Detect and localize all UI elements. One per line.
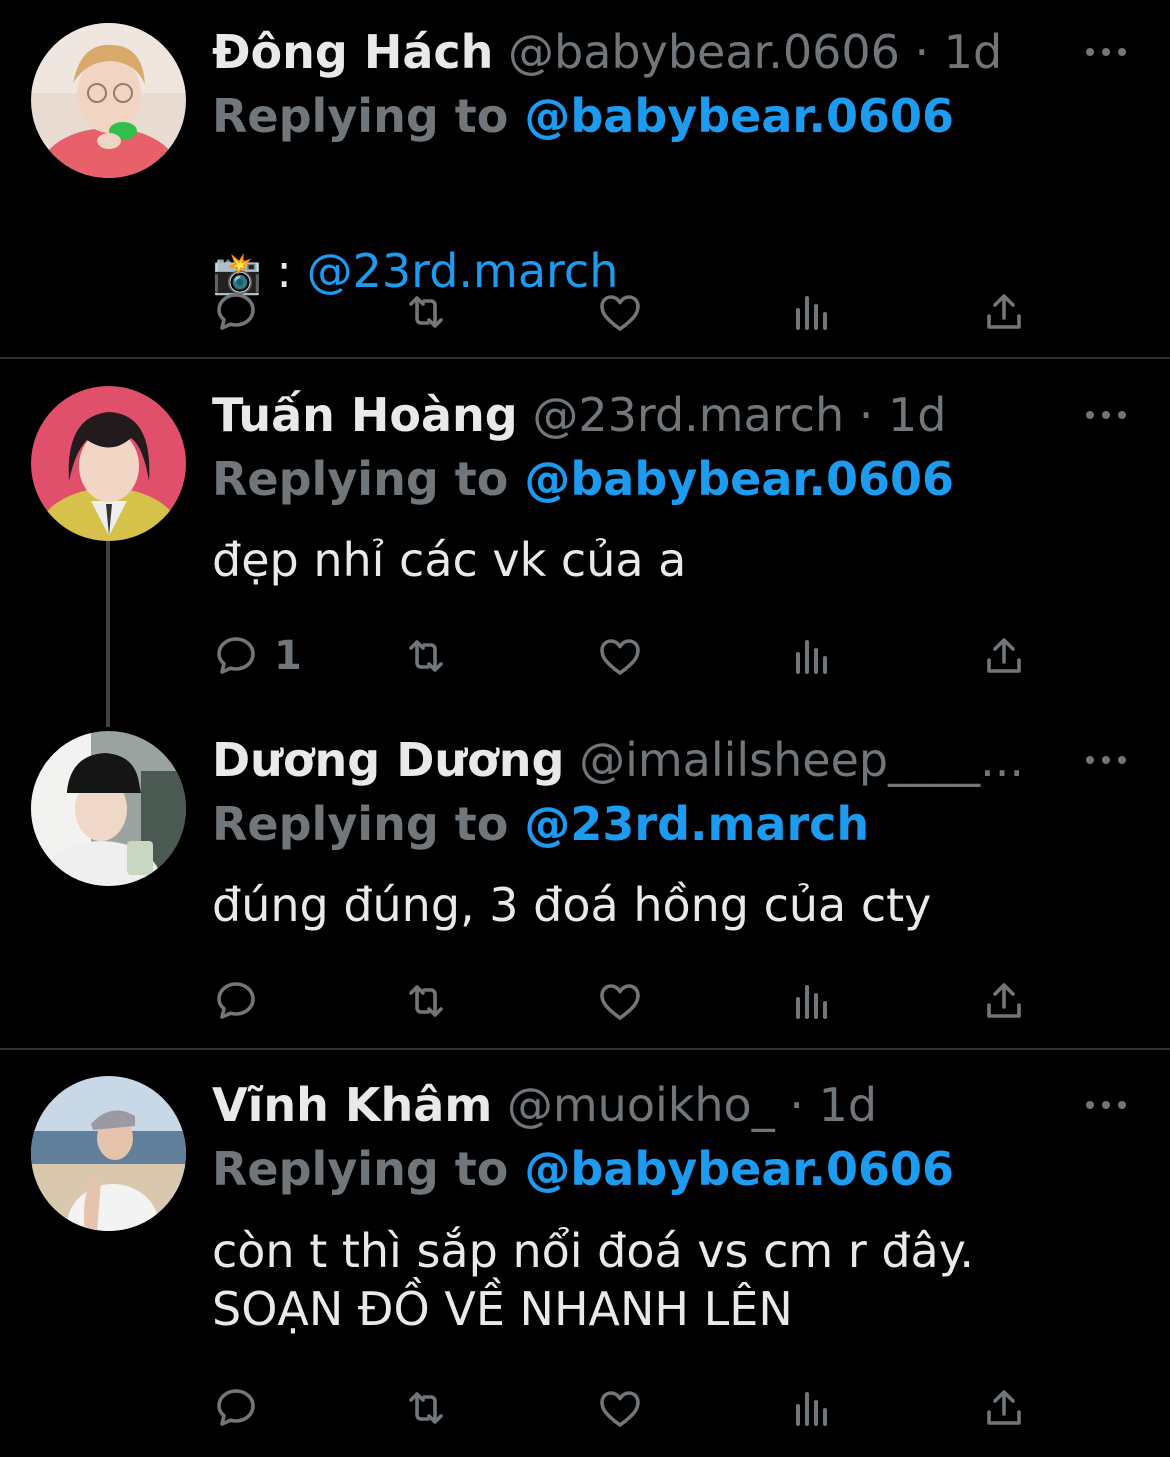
- retweet-icon: [409, 1392, 443, 1424]
- views-button[interactable]: [788, 631, 836, 681]
- tweet-divider: [0, 357, 1170, 359]
- display-name[interactable]: Đông Hách: [212, 25, 493, 79]
- reply-button[interactable]: [212, 976, 274, 1026]
- share-icon: [987, 983, 1021, 1018]
- tweet-header: Tuấn Hoàng @23rd.march · 1d: [212, 387, 1060, 443]
- views-chart-icon: [796, 1392, 827, 1426]
- display-name[interactable]: Vĩnh Khâm: [212, 1078, 492, 1132]
- share-icon: [987, 1390, 1021, 1425]
- user-handle[interactable]: @23rd.march: [532, 388, 844, 442]
- tweet-header: Dương Dương @imalilsheep____...: [212, 732, 1060, 788]
- reply-button[interactable]: [212, 287, 274, 337]
- tweet-1[interactable]: Đông Hách @babybear.0606 · 1d Replying t…: [0, 0, 1170, 358]
- heart-icon: [600, 639, 640, 675]
- avatar[interactable]: [31, 23, 186, 178]
- reply-button[interactable]: 1: [212, 631, 302, 681]
- replying-to-label: Replying to: [212, 1142, 509, 1196]
- user-handle[interactable]: @babybear.0606: [508, 25, 900, 79]
- share-button[interactable]: [980, 1383, 1028, 1433]
- views-chart-icon: [796, 296, 827, 330]
- more-dots-icon[interactable]: [1086, 1077, 1126, 1133]
- timestamp[interactable]: 1d: [819, 1078, 877, 1132]
- user-handle[interactable]: @imalilsheep____...: [579, 733, 1024, 787]
- reply-mention-link[interactable]: @babybear.0606: [524, 89, 954, 143]
- share-button[interactable]: [980, 631, 1028, 681]
- action-bar: 1: [212, 631, 1042, 681]
- replying-to-label: Replying to: [212, 452, 509, 506]
- action-bar: [212, 976, 1042, 1026]
- share-icon: [987, 638, 1021, 673]
- reply-button[interactable]: [212, 1383, 274, 1433]
- share-button[interactable]: [980, 976, 1028, 1026]
- display-name[interactable]: Dương Dương: [212, 733, 564, 787]
- heart-icon: [600, 295, 640, 331]
- reply-icon: [217, 637, 255, 674]
- retweet-button[interactable]: [402, 287, 450, 337]
- replying-to-label: Replying to: [212, 89, 509, 143]
- separator-dot: ·: [789, 1078, 804, 1132]
- replying-to: Replying to @babybear.0606: [212, 1141, 954, 1197]
- views-button[interactable]: [788, 976, 836, 1026]
- more-dots-icon[interactable]: [1086, 732, 1126, 788]
- share-icon: [987, 294, 1021, 329]
- action-bar: [212, 287, 1042, 337]
- separator-dot: ·: [858, 388, 874, 442]
- user-handle[interactable]: @muoikho_: [507, 1078, 775, 1132]
- views-button[interactable]: [788, 287, 836, 337]
- like-button[interactable]: [596, 976, 644, 1026]
- tweet-text: còn t thì sắp nổi đoá vs cm r đây. SOẠN …: [212, 1224, 975, 1336]
- tweet-feed: Đông Hách @babybear.0606 · 1d Replying t…: [0, 0, 1170, 1457]
- reply-icon: [217, 293, 255, 330]
- like-button[interactable]: [596, 631, 644, 681]
- separator-dot: ·: [914, 25, 930, 79]
- tweet-text: đúng đúng, 3 đoá hồng của cty: [212, 878, 932, 932]
- tweet-header: Vĩnh Khâm @muoikho_ · 1d: [212, 1077, 1060, 1133]
- replying-to: Replying to @babybear.0606: [212, 451, 954, 507]
- replying-to: Replying to @23rd.march: [212, 796, 869, 852]
- retweet-button[interactable]: [402, 1383, 450, 1433]
- reply-icon: [217, 982, 255, 1019]
- like-button[interactable]: [596, 1383, 644, 1433]
- display-name[interactable]: Tuấn Hoàng: [212, 388, 518, 442]
- tweet-header: Đông Hách @babybear.0606 · 1d: [212, 24, 1060, 80]
- tweet-text: đẹp nhỉ các vk của a: [212, 533, 687, 587]
- reply-mention-link[interactable]: @babybear.0606: [524, 1142, 954, 1196]
- reply-count: 1: [274, 633, 302, 679]
- retweet-icon: [409, 640, 443, 672]
- avatar[interactable]: [31, 731, 186, 886]
- replying-to: Replying to @babybear.0606: [212, 88, 954, 144]
- reply-mention-link[interactable]: @23rd.march: [524, 797, 869, 851]
- retweet-button[interactable]: [402, 976, 450, 1026]
- tweet-text: 📸 : @23rd.march: [212, 184, 1110, 303]
- like-button[interactable]: [596, 287, 644, 337]
- reply-icon: [217, 1389, 255, 1426]
- tweet-2[interactable]: Tuấn Hoàng @23rd.march · 1d Replying to …: [0, 360, 1170, 705]
- share-button[interactable]: [980, 287, 1028, 337]
- replying-to-label: Replying to: [212, 797, 509, 851]
- action-bar: [212, 1383, 1042, 1433]
- views-chart-icon: [796, 640, 827, 674]
- tweet-3[interactable]: Dương Dương @imalilsheep____... Replying…: [0, 705, 1170, 1048]
- timestamp[interactable]: 1d: [888, 388, 946, 442]
- heart-icon: [600, 1391, 640, 1427]
- heart-icon: [600, 984, 640, 1020]
- views-chart-icon: [796, 985, 827, 1019]
- timestamp[interactable]: 1d: [944, 25, 1002, 79]
- retweet-icon: [409, 296, 443, 328]
- tweet-4[interactable]: Vĩnh Khâm @muoikho_ · 1d Replying to @ba…: [0, 1050, 1170, 1457]
- more-dots-icon[interactable]: [1086, 24, 1126, 80]
- reply-mention-link[interactable]: @babybear.0606: [524, 452, 954, 506]
- more-dots-icon[interactable]: [1086, 387, 1126, 443]
- avatar[interactable]: [31, 1076, 186, 1231]
- views-button[interactable]: [788, 1383, 836, 1433]
- avatar[interactable]: [31, 386, 186, 541]
- retweet-button[interactable]: [402, 631, 450, 681]
- retweet-icon: [409, 985, 443, 1017]
